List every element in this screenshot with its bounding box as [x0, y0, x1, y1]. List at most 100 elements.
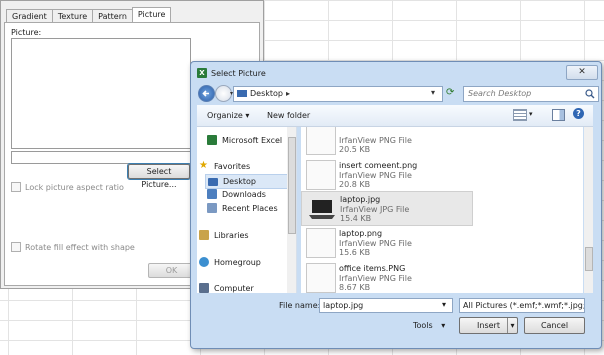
tab-pattern[interactable]: Pattern — [92, 9, 133, 23]
search-icon — [585, 89, 595, 99]
lock-aspect-checkbox[interactable]: Lock picture aspect ratio — [11, 182, 124, 192]
file-type: IrfanView PNG File — [339, 136, 412, 145]
navigation-pane: Microsoft Excel ★ Favorites Desktop Down… — [197, 127, 297, 293]
laptop-icon — [309, 200, 335, 219]
nav-label: Computer — [214, 283, 254, 293]
laptop-thumbnail — [307, 194, 335, 222]
file-list: IrfanView PNG File 20.5 KB insert comeen… — [301, 127, 583, 293]
search-placeholder: Search Desktop — [468, 89, 532, 98]
back-button[interactable] — [198, 85, 215, 102]
file-type: IrfanView PNG File — [339, 274, 412, 283]
file-name-input[interactable]: laptop.jpg ▾ — [319, 298, 453, 313]
search-input[interactable]: Search Desktop — [463, 86, 599, 102]
tools-dropdown-icon: ▾ — [441, 321, 446, 330]
file-type: IrfanView PNG File — [339, 171, 412, 180]
rotate-fill-checkbox[interactable]: Rotate fill effect with shape — [11, 242, 135, 252]
file-name-dropdown-icon[interactable]: ▾ — [442, 300, 446, 309]
nav-label: Microsoft Excel — [222, 135, 283, 145]
back-arrow-icon — [202, 90, 209, 97]
file-thumbnail — [306, 160, 336, 190]
new-folder-button[interactable]: New folder — [267, 111, 310, 120]
file-thumbnail — [306, 127, 336, 155]
file-name: laptop.png — [339, 229, 383, 238]
desktop-icon — [208, 177, 218, 186]
organize-menu[interactable]: Organize ▾ — [207, 111, 249, 120]
file-size: 8.67 KB — [339, 283, 371, 292]
checkbox-box — [11, 242, 21, 252]
file-type-select[interactable]: All Pictures (*.emf;*.wmf;*.jpg;* — [459, 298, 585, 313]
address-bar[interactable]: Desktop ▸ ▾ — [233, 86, 443, 102]
file-type: IrfanView PNG File — [339, 239, 412, 248]
file-name: office items.PNG — [339, 264, 406, 273]
homegroup-icon — [199, 257, 209, 267]
excel-icon: X — [197, 68, 207, 78]
file-item[interactable]: insert comeent.png IrfanView PNG File 20… — [301, 158, 471, 191]
file-name-value: laptop.jpg — [323, 301, 364, 310]
tab-gradient[interactable]: Gradient — [6, 9, 53, 23]
file-thumbnail — [306, 263, 336, 293]
view-dropdown-icon[interactable]: ▾ — [529, 110, 533, 118]
tools-menu[interactable]: Tools ▾ — [413, 321, 445, 330]
close-icon: ✕ — [578, 67, 586, 77]
cancel-button[interactable]: Cancel — [524, 317, 585, 334]
star-icon: ★ — [199, 160, 208, 171]
file-item-selected[interactable]: laptop.jpg IrfanView JPG File 15.4 KB — [301, 191, 473, 226]
address-dropdown-icon[interactable]: ▾ — [431, 88, 435, 97]
nav-computer[interactable]: Computer — [199, 283, 254, 293]
nav-favorites[interactable]: ★ Favorites — [199, 161, 250, 171]
nav-label: Favorites — [214, 161, 251, 171]
downloads-icon — [207, 189, 217, 199]
nav-label: Homegroup — [214, 257, 261, 267]
close-button[interactable]: ✕ — [566, 65, 598, 80]
breadcrumb-arrow-icon[interactable]: ▸ — [286, 89, 290, 98]
dialog-toolbar: Organize ▾ New folder ▾ ? — [197, 105, 593, 127]
nav-recent-places[interactable]: Recent Places — [207, 203, 278, 213]
select-picture-dialog: X Select Picture ✕ ▾ Desktop ▸ ▾ ⟳ Searc… — [190, 61, 602, 349]
file-size: 15.4 KB — [340, 214, 372, 223]
computer-icon — [199, 283, 209, 293]
nav-microsoft-excel[interactable]: Microsoft Excel — [207, 135, 282, 145]
file-size: 20.5 KB — [339, 145, 371, 154]
help-icon[interactable]: ? — [573, 108, 584, 119]
nav-label: Libraries — [214, 230, 249, 240]
tab-texture[interactable]: Texture — [51, 9, 94, 23]
libraries-icon — [199, 230, 209, 240]
insert-label: Insert — [477, 321, 500, 330]
ok-button[interactable]: OK — [148, 263, 195, 278]
nav-label: Downloads — [222, 189, 266, 199]
preview-pane-icon[interactable] — [552, 109, 565, 121]
nav-label: Desktop — [223, 177, 256, 186]
file-item[interactable]: office items.PNG IrfanView PNG File 8.67… — [301, 261, 471, 293]
file-name: laptop.jpg — [340, 195, 381, 204]
checkbox-box — [11, 182, 21, 192]
picture-path-field — [11, 151, 191, 164]
picture-preview — [11, 38, 191, 149]
select-picture-button[interactable]: Select Picture... — [127, 163, 191, 189]
insert-dropdown-icon[interactable]: ▾ — [507, 318, 517, 333]
excel-icon — [207, 135, 217, 145]
view-options-icon[interactable] — [513, 109, 527, 121]
recent-places-icon — [207, 203, 217, 213]
nav-downloads[interactable]: Downloads — [207, 189, 266, 199]
lock-aspect-label: Lock picture aspect ratio — [25, 182, 124, 192]
nav-libraries[interactable]: Libraries — [199, 230, 249, 240]
file-thumbnail — [306, 228, 336, 258]
nav-desktop[interactable]: Desktop — [205, 174, 293, 189]
file-item[interactable]: laptop.png IrfanView PNG File 15.6 KB — [301, 226, 471, 259]
picture-label: Picture: — [11, 28, 42, 37]
tools-label: Tools — [413, 321, 433, 330]
address-text: Desktop — [250, 89, 283, 98]
scroll-thumb[interactable] — [585, 247, 593, 271]
navigation-scrollbar[interactable] — [287, 127, 296, 293]
file-list-scrollbar[interactable] — [584, 127, 593, 293]
file-size: 15.6 KB — [339, 248, 371, 257]
scroll-thumb[interactable] — [288, 137, 296, 234]
file-item[interactable]: IrfanView PNG File 20.5 KB — [301, 127, 471, 156]
refresh-icon[interactable]: ⟳ — [446, 87, 454, 98]
nav-homegroup[interactable]: Homegroup — [199, 257, 261, 267]
fill-effects-tabs: Gradient Texture Pattern Picture — [6, 7, 172, 23]
file-name: insert comeent.png — [339, 161, 418, 170]
tab-picture[interactable]: Picture — [131, 7, 172, 23]
insert-button[interactable]: Insert ▾ — [459, 317, 518, 334]
file-name-label: File name: — [279, 301, 321, 310]
